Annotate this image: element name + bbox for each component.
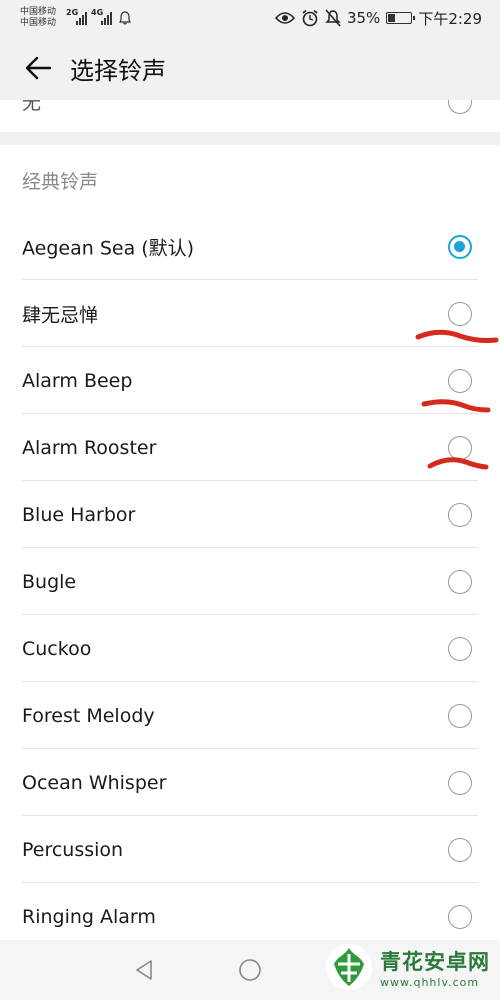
app-bar: 选择铃声 bbox=[0, 36, 500, 100]
ringtone-label: Percussion bbox=[22, 838, 124, 861]
ringtone-label: Bugle bbox=[22, 570, 77, 593]
watermark-logo-icon bbox=[326, 944, 372, 990]
radio-button[interactable] bbox=[448, 435, 472, 460]
carrier-2: 中国移动 bbox=[20, 18, 57, 28]
back-arrow-icon bbox=[25, 56, 52, 80]
ringtone-label: Cuckoo bbox=[22, 637, 92, 660]
ringtone-item[interactable]: Bugle bbox=[0, 548, 500, 615]
battery-percent: 35% bbox=[346, 9, 381, 27]
watermark: 青花安卓网 www.qhhlv.com bbox=[324, 942, 490, 992]
radio-button[interactable] bbox=[448, 837, 472, 862]
radio-button-selected[interactable] bbox=[448, 234, 472, 259]
clock: 下午2:29 bbox=[418, 9, 482, 28]
ringtone-item[interactable]: Percussion bbox=[0, 816, 500, 883]
ringtone-label: Alarm Beep bbox=[22, 369, 133, 392]
ringtone-label: Ringing Alarm bbox=[22, 905, 156, 928]
ringtone-list: Aegean Sea (默认) 肆无忌惮 Alarm Beep Alarm Roost… bbox=[0, 213, 500, 950]
list-item-label: 无 bbox=[22, 100, 42, 114]
watermark-url: www.qhhlv.com bbox=[380, 975, 480, 989]
ringtone-label: Blue Harbor bbox=[22, 503, 136, 526]
signal-2-icon: 4G bbox=[91, 8, 113, 25]
radio-button[interactable] bbox=[448, 636, 472, 661]
radio-button[interactable] bbox=[448, 368, 472, 393]
classic-ringtones-section: 经典铃声 Aegean Sea (默认) 肆无忌惮 Alarm Beep Alarm … bbox=[0, 145, 500, 940]
circle-home-icon bbox=[239, 959, 261, 981]
ringtone-item[interactable]: Ocean Whisper bbox=[0, 749, 500, 816]
ringtone-item[interactable]: Aegean Sea (默认) bbox=[0, 213, 500, 280]
radio-button[interactable] bbox=[448, 502, 472, 527]
ringtone-item[interactable]: Cuckoo bbox=[0, 615, 500, 682]
carrier-labels: 中国移动 中国移动 bbox=[20, 7, 56, 29]
radio-button[interactable] bbox=[448, 770, 472, 795]
signal-1-icon: 2G bbox=[66, 8, 88, 25]
ringtone-label: Forest Melody bbox=[22, 704, 155, 727]
bell-notification-icon bbox=[118, 11, 132, 25]
ringtone-item[interactable]: Blue Harbor bbox=[0, 481, 500, 548]
page-title: 选择铃声 bbox=[70, 56, 166, 85]
radio-button[interactable] bbox=[448, 904, 472, 929]
ringtone-item[interactable]: Alarm Beep bbox=[0, 347, 500, 414]
ringtone-item[interactable]: Forest Melody bbox=[0, 682, 500, 749]
list-item-none[interactable]: 无 bbox=[0, 100, 500, 132]
back-button[interactable] bbox=[18, 48, 58, 88]
radio-button[interactable] bbox=[448, 569, 472, 594]
ringtone-item[interactable]: 肆无忌惮 bbox=[0, 280, 500, 347]
eye-icon bbox=[274, 11, 295, 25]
section-header: 经典铃声 bbox=[22, 171, 99, 193]
carrier-1: 中国移动 bbox=[20, 7, 57, 17]
alarm-clock-icon bbox=[301, 9, 319, 27]
nav-home-button[interactable] bbox=[236, 956, 264, 984]
ringtone-item[interactable]: Alarm Rooster bbox=[0, 414, 500, 481]
triangle-back-icon bbox=[136, 960, 152, 980]
ringtone-label: Ocean Whisper bbox=[22, 771, 167, 794]
watermark-title: 青花安卓网 bbox=[380, 949, 490, 974]
ringtone-label: Aegean Sea (默认) bbox=[22, 237, 195, 259]
radio-button[interactable] bbox=[448, 301, 472, 326]
mute-bell-icon bbox=[325, 9, 341, 27]
status-bar: 中国移动 中国移动 2G 4G 35% 下午2:29 bbox=[0, 0, 500, 36]
battery-icon bbox=[386, 12, 416, 24]
radio-button[interactable] bbox=[448, 703, 472, 728]
radio-button[interactable] bbox=[448, 100, 472, 114]
ringtone-label: 肆无忌惮 bbox=[22, 304, 99, 326]
nav-back-button[interactable] bbox=[130, 956, 158, 984]
ringtone-label: Alarm Rooster bbox=[22, 436, 157, 459]
